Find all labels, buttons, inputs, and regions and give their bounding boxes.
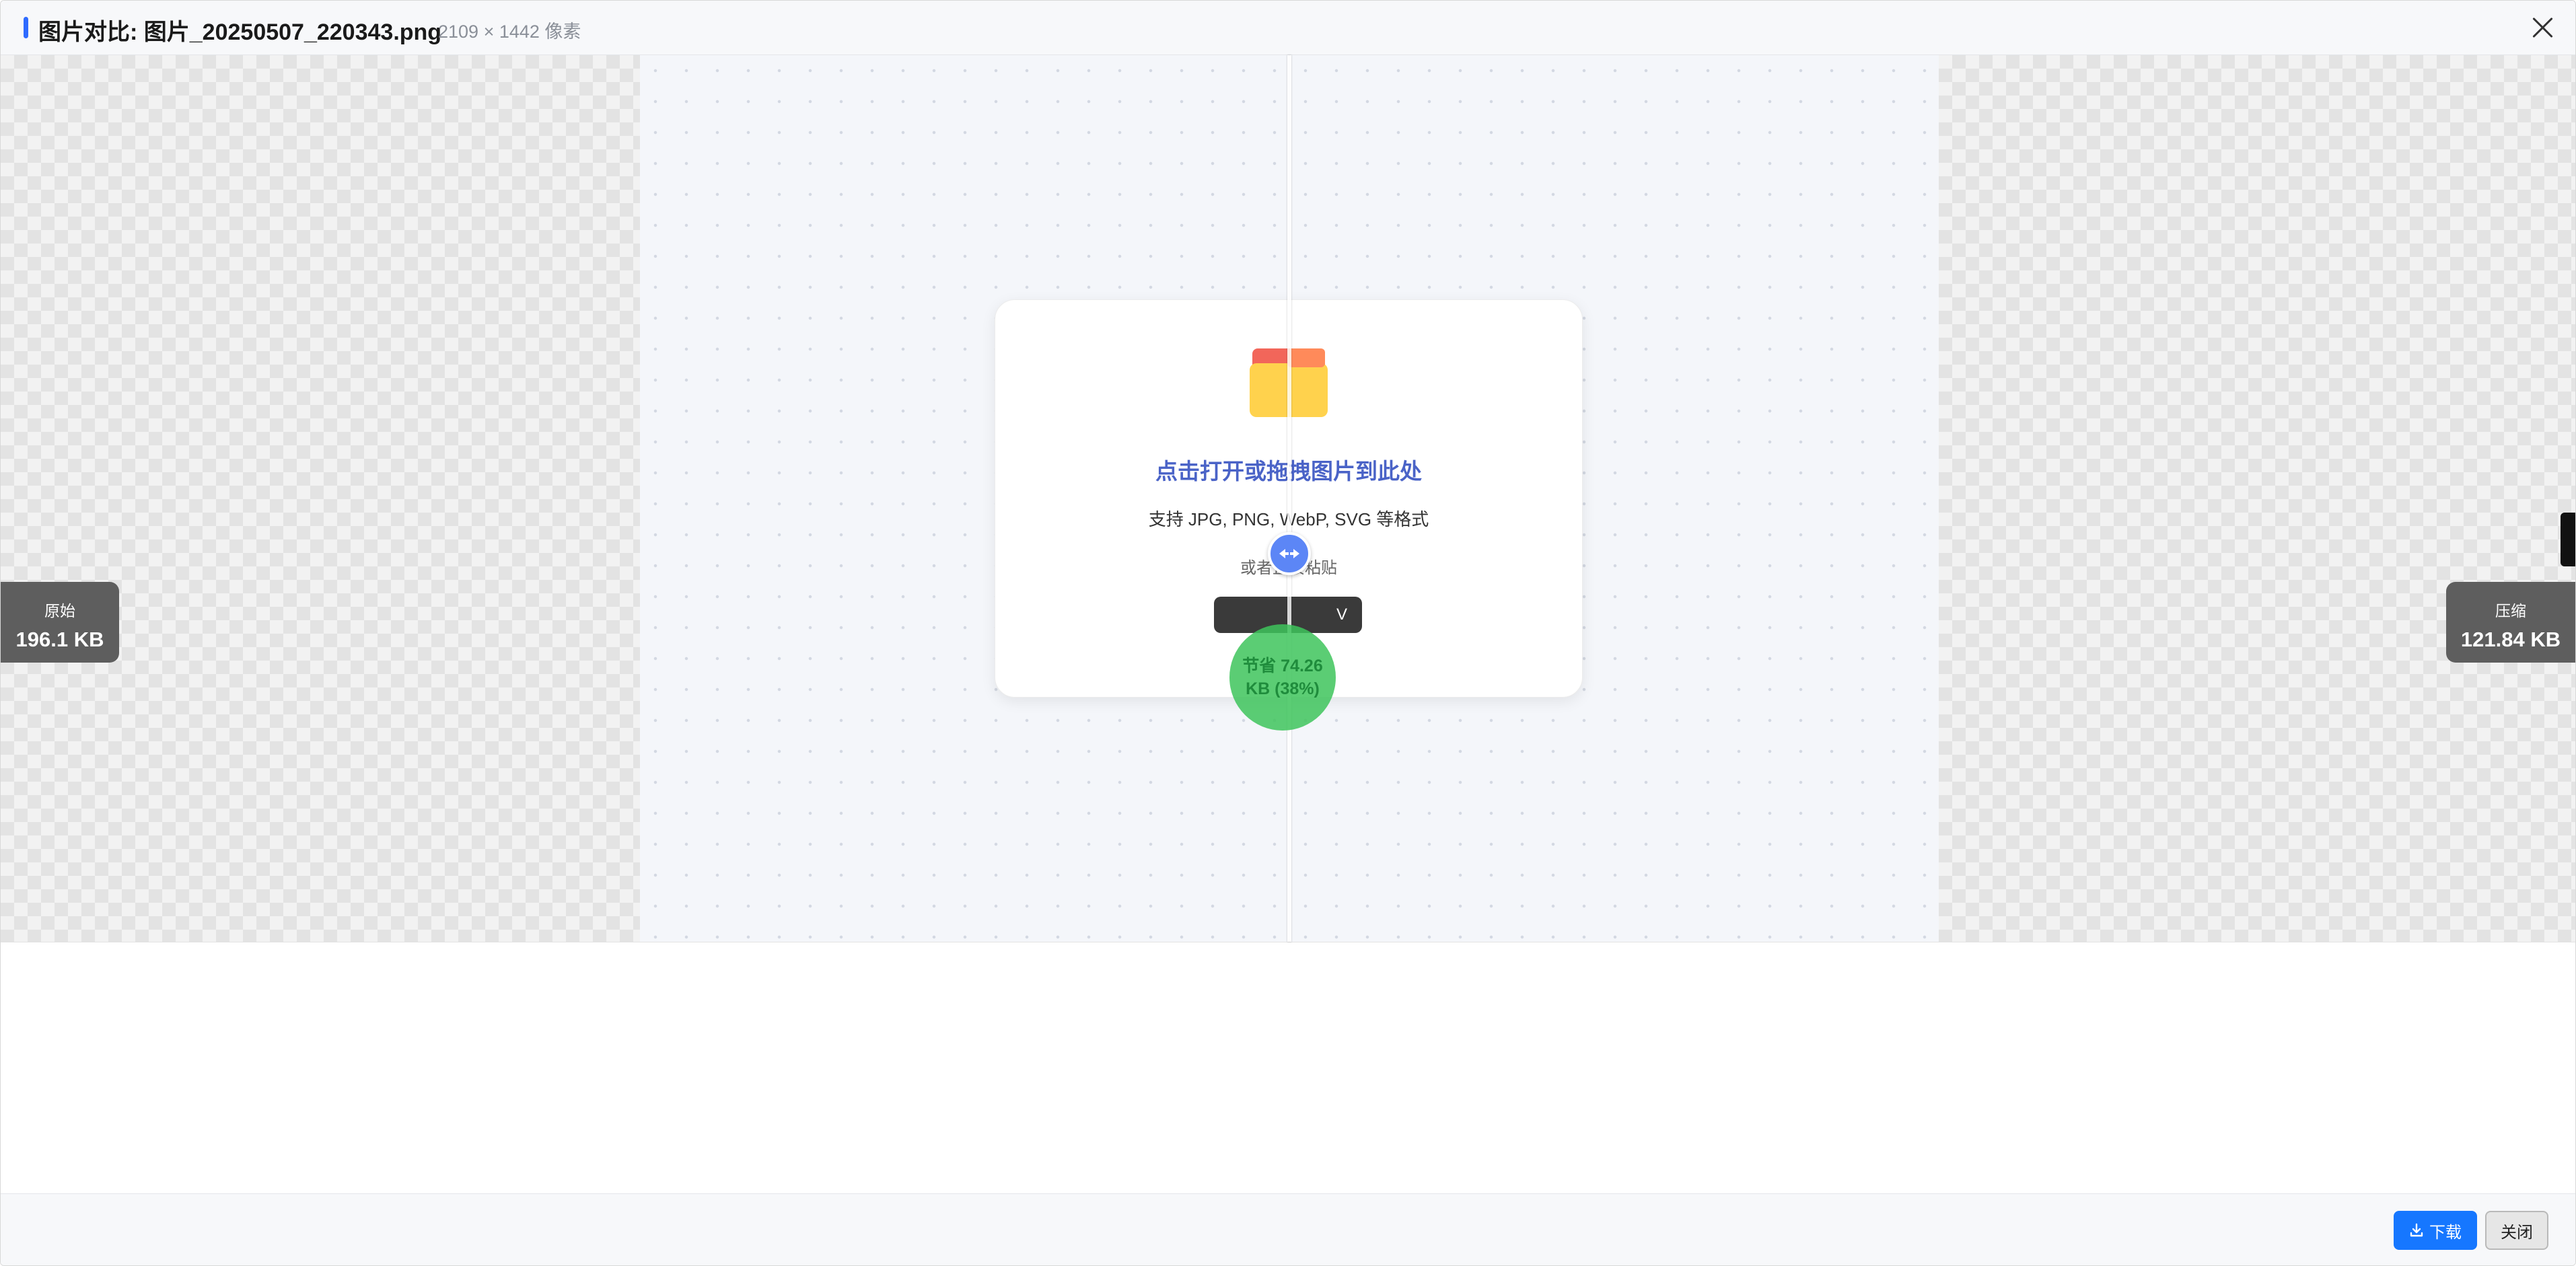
comparison-view[interactable]: 点击打开或拖拽图片到此处 支持 JPG, PNG, WebP, SVG 等格式 … (1, 55, 2575, 942)
swap-arrows-icon (1279, 549, 1299, 558)
compressed-label: 压缩 (2495, 602, 2526, 620)
comparison-divider[interactable] (1287, 55, 1291, 942)
download-button[interactable]: 下载 (2394, 1211, 2477, 1250)
title-accent-bar (24, 17, 28, 38)
image-dimensions: 2109 × 1442 像素 (438, 22, 581, 42)
dialog-title: 图片对比: 图片_20250507_220343.png (38, 20, 442, 45)
original-size: 196.1 KB (15, 628, 104, 651)
compressed-size: 121.84 KB (2460, 628, 2561, 651)
download-icon (2410, 1223, 2423, 1237)
savings-amount: 节省 74.26 (1242, 657, 1323, 675)
download-label: 下载 (2429, 1223, 2462, 1242)
close-icon[interactable] (2528, 13, 2558, 42)
close-button[interactable]: 关闭 (2485, 1211, 2548, 1250)
paste-key-label: V (1336, 605, 1347, 624)
side-panel-tab[interactable] (2561, 513, 2575, 566)
original-size-tag: 原始 196.1 KB (1, 582, 119, 663)
dialog-header: 图片对比: 图片_20250507_220343.png 2109 × 1442… (1, 1, 2575, 55)
original-label: 原始 (44, 602, 75, 620)
compare-dialog: 图片对比: 图片_20250507_220343.png 2109 × 1442… (0, 0, 2576, 1266)
savings-badge: 节省 74.26 KB (38%) (1229, 624, 1336, 731)
savings-percent: KB (38%) (1246, 679, 1320, 698)
dialog-footer: 下载 关闭 (1, 1193, 2575, 1265)
divider-handle[interactable] (1268, 532, 1311, 575)
compressed-size-tag: 压缩 121.84 KB (2446, 582, 2575, 663)
